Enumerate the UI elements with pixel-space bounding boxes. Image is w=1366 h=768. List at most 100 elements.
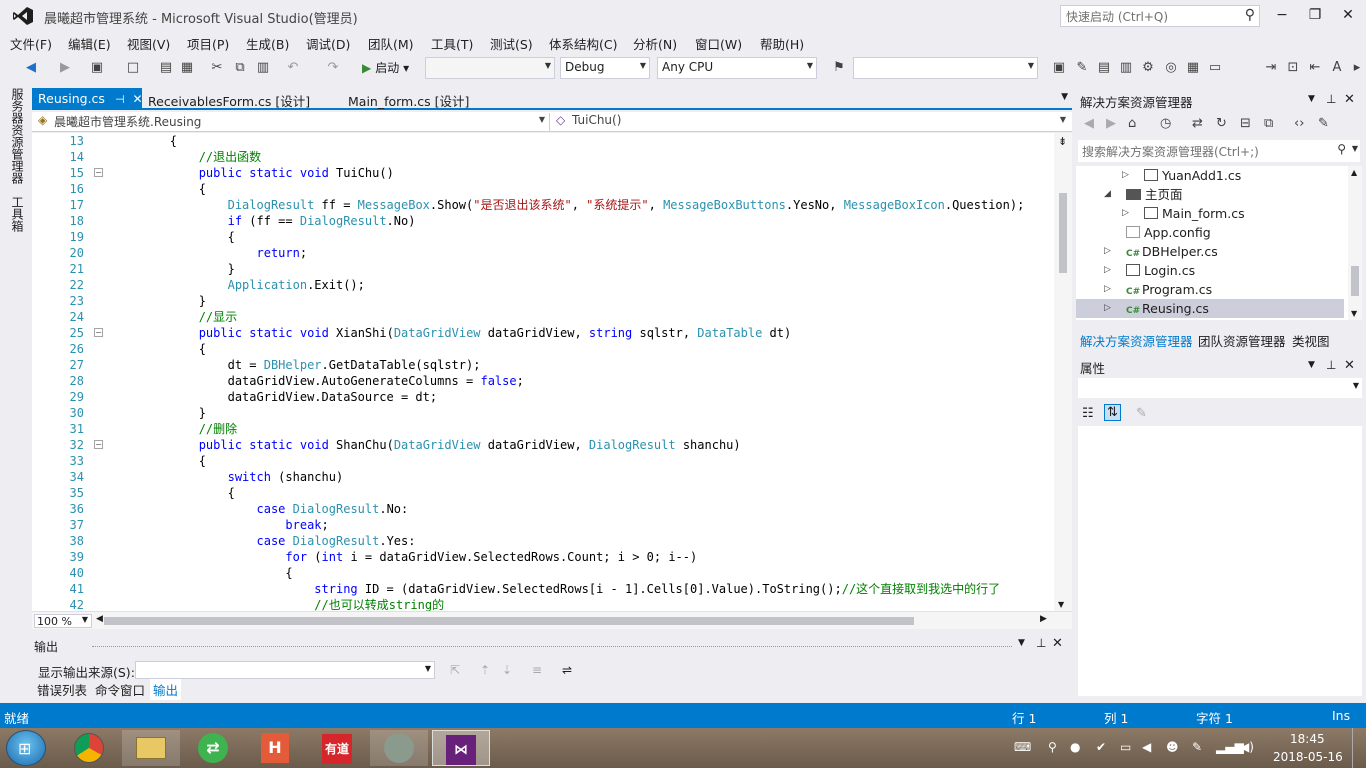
properties-object-select[interactable]: ▼ [1078,378,1362,398]
categorized-icon[interactable]: ☷ [1082,406,1094,421]
tree-item-main-page-folder[interactable]: ◢ 主页面 [1076,185,1348,204]
tab-main-form-design[interactable]: Main_form.cs [设计] [342,88,482,110]
pin-icon[interactable]: ⊥ [1036,636,1046,650]
tree-item-dbhelper[interactable]: ▷ C# DBHelper.cs [1076,242,1348,261]
chevron-down-icon[interactable]: ▼ [1308,360,1315,370]
code-line[interactable]: public static void XianShi(DataGridView … [112,325,792,341]
tab-output[interactable]: 输出 [150,679,182,700]
code-line[interactable]: //显示 [112,309,237,325]
word-wrap-icon[interactable]: ⇌ [562,663,572,677]
code-line[interactable]: } [112,405,206,421]
tray-app-icon[interactable]: ● [1070,740,1080,754]
refresh-icon[interactable]: ↻ [1216,116,1227,131]
toolbar-icon-6[interactable]: ◎ [1162,59,1180,77]
code-line[interactable]: { [112,229,235,245]
restore-button[interactable]: ❐ [1303,4,1327,26]
toolbar-icon-5[interactable]: ⚙ [1139,59,1157,77]
chrome-taskbar-icon[interactable] [60,730,118,766]
expand-arrow-icon[interactable]: ▷ [1104,242,1111,261]
tray-volume-app-icon[interactable]: ◀ [1142,740,1151,754]
output-source-select[interactable]: ▼ [135,661,435,679]
menu-analyze[interactable]: 分析(N) [633,34,677,53]
usb-icon[interactable]: ⚲ [1048,740,1057,754]
expand-arrow-icon[interactable]: ▷ [1104,280,1111,299]
show-all-files-icon[interactable]: ⧉ [1264,116,1273,131]
redo-icon[interactable]: ↷ [324,59,342,77]
wrench-icon[interactable]: ✎ [1073,59,1091,77]
scroll-up-icon[interactable]: ▲ [1351,168,1357,177]
toolbar-icon-8[interactable]: ▭ [1206,59,1224,77]
pin-icon[interactable]: ⊥ [1326,358,1336,372]
add-item-icon[interactable]: □ [124,59,142,77]
scroll-right-icon[interactable]: ▶ [1040,614,1047,624]
fold-collapse-icon[interactable]: − [94,168,103,177]
paste-icon[interactable]: ▥ [254,59,272,77]
back-icon[interactable]: ◀ [22,59,40,77]
keyboard-icon[interactable]: ⌨ [1014,740,1031,754]
code-line[interactable]: } [112,293,206,309]
pin-icon[interactable]: ⊣ [115,93,125,106]
tree-item-main-form[interactable]: ▷ Main_form.cs [1076,204,1348,223]
toolbar-icon-3[interactable]: ▤ [1095,59,1113,77]
menu-team[interactable]: 团队(M) [368,34,414,53]
expand-arrow-icon[interactable]: ▷ [1122,166,1129,185]
next-message-icon[interactable]: ⇣ [502,663,512,677]
toolbar-icon-10[interactable]: ⊡ [1284,59,1302,77]
menu-help[interactable]: 帮助(H) [760,34,804,53]
toolbar-icon-11[interactable]: ⇤ [1306,59,1324,77]
clock-time[interactable]: 18:45 [1290,732,1325,746]
code-line[interactable]: string ID = (dataGridView.SelectedRows[i… [112,581,1000,597]
fold-collapse-icon[interactable]: − [94,328,103,337]
home-icon[interactable]: ⌂ [1128,116,1136,131]
pin-icon[interactable]: ⊥ [1326,92,1336,106]
tab-class-view[interactable]: 类视图 [1292,331,1330,350]
new-project-icon[interactable]: ▣ [88,59,106,77]
expand-arrow-icon[interactable]: ▷ [1104,299,1111,318]
tab-list-dropdown-icon[interactable]: ▼ [1061,92,1068,102]
split-icon[interactable]: ⇟ [1058,135,1067,148]
code-line[interactable]: return; [112,245,308,261]
chevron-down-icon[interactable]: ▼ [1308,94,1315,104]
server-explorer-tab[interactable]: 服务器资源管理器 [9,88,26,184]
code-line[interactable]: public static void ShanChu(DataGridView … [112,437,741,453]
property-pages-wrench-icon[interactable]: ✎ [1136,406,1147,421]
code-line[interactable]: if (ff == DialogResult.No) [112,213,416,229]
scroll-down-icon[interactable]: ▼ [1351,309,1357,318]
member-dropdown[interactable]: ◇ TuiChu() ▼ [552,113,1070,131]
collapse-arrow-icon[interactable]: ◢ [1104,185,1111,204]
menu-edit[interactable]: 编辑(E) [68,34,111,53]
forward-icon[interactable]: ▶ [56,59,74,77]
forward-icon[interactable]: ▶ [1106,116,1116,131]
goto-message-icon[interactable]: ⇱ [450,663,460,677]
solution-search-input[interactable]: 搜索解决方案资源管理器(Ctrl+;) ⚲ ▼ [1078,140,1360,162]
youdao-taskbar-icon[interactable]: 有道 [308,730,366,766]
hbuilder-taskbar-icon[interactable]: H [246,730,304,766]
alphabetical-icon[interactable]: ⇅ [1104,404,1121,421]
type-dropdown[interactable]: ◈ 晨曦超市管理系统.Reusing ▼ [34,113,550,131]
menu-project[interactable]: 项目(P) [187,34,229,53]
code-line[interactable]: public static void TuiChu() [112,165,394,181]
photo-app-taskbar-icon[interactable] [370,730,428,766]
sync-icon[interactable]: ⇄ [1192,116,1203,131]
tab-solution-explorer[interactable]: 解决方案资源管理器 [1080,331,1193,350]
tree-item-reusing[interactable]: ▷ C# Reusing.cs [1076,299,1344,318]
scroll-thumb[interactable] [1059,193,1067,273]
zoom-select[interactable]: 100 % ▼ [34,614,92,628]
properties-wrench-icon[interactable]: ✎ [1318,116,1329,131]
find-combo[interactable]: ▼ [853,57,1038,79]
undo-icon[interactable]: ↶ [284,59,302,77]
toolbar-icon-9[interactable]: ⇥ [1262,59,1280,77]
code-line[interactable]: { [112,453,206,469]
code-line[interactable]: //也可以转成string的 [112,597,444,611]
menu-architecture[interactable]: 体系结构(C) [549,34,617,53]
code-line[interactable]: { [112,565,292,581]
menu-view[interactable]: 视图(V) [127,34,170,53]
cut-icon[interactable]: ✂ [208,59,226,77]
menu-test[interactable]: 测试(S) [490,34,533,53]
tab-command-window[interactable]: 命令窗口 [92,679,148,700]
debug-target-select[interactable]: ▼ [425,57,555,79]
fold-collapse-icon[interactable]: − [94,440,103,449]
expand-arrow-icon[interactable]: ▷ [1104,261,1111,280]
input-method-icon[interactable]: ✎ [1192,740,1202,754]
scroll-down-icon[interactable]: ▼ [1058,600,1064,609]
